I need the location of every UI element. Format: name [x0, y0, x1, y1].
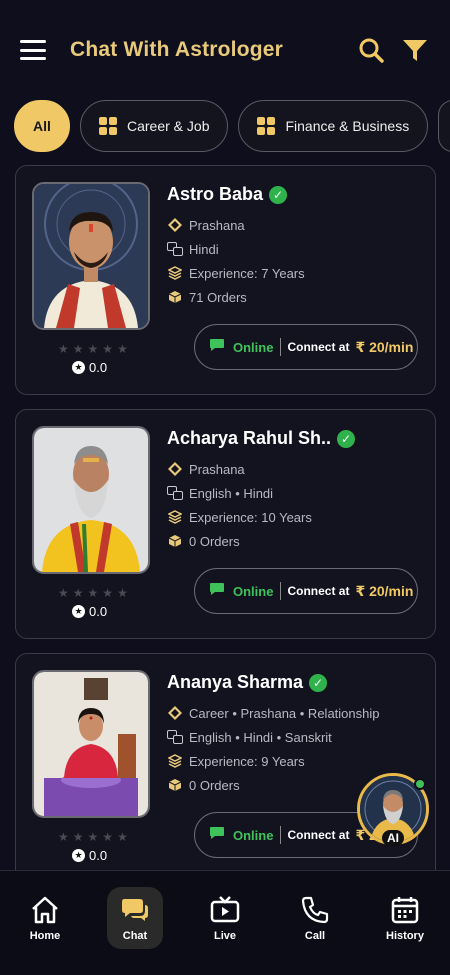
nav-home[interactable]: Home [17, 887, 73, 949]
filter-chip-all[interactable]: All [14, 100, 70, 152]
rating-value: ★ 0.0 [72, 848, 107, 863]
nav-live[interactable]: Live [197, 887, 253, 949]
rating-value: ★ 0.0 [72, 604, 107, 619]
orders-row: 0 Orders [167, 533, 240, 549]
hamburger-menu-icon[interactable] [20, 40, 46, 60]
calendar-icon [390, 894, 420, 926]
astrologer-name: Ananya Sharma ✓ [167, 672, 328, 693]
connect-button[interactable]: Online Connect at ₹ 20/min [194, 568, 418, 614]
online-status: Online [233, 583, 274, 599]
app-header: Chat With Astrologer [0, 0, 450, 100]
language-icon [167, 485, 183, 501]
star-rating: ★ ★ ★ ★ ★ [58, 586, 128, 600]
languages-row: Hindi [167, 241, 219, 257]
skills-row: Prashana [167, 461, 245, 477]
ai-badge: AI [382, 830, 404, 846]
ai-astrologer-button[interactable]: AI [357, 773, 429, 846]
astrologer-photo [32, 182, 150, 330]
astrologer-photo [32, 426, 150, 574]
connect-button[interactable]: Online Connect at ₹ 20/min [194, 324, 418, 370]
star-coin-icon: ★ [72, 849, 85, 862]
online-status: Online [233, 827, 274, 843]
verified-icon: ✓ [269, 185, 288, 204]
grid-icon [257, 117, 276, 135]
orders-row: 71 Orders [167, 289, 247, 305]
nav-history[interactable]: History [377, 887, 433, 949]
layers-icon [167, 753, 183, 769]
chat-bubble-icon [209, 338, 225, 357]
nav-label: Chat [122, 930, 148, 942]
phone-icon [300, 894, 330, 926]
languages-row: English • Hindi [167, 485, 273, 501]
online-indicator [414, 778, 426, 790]
skills-row: Career • Prashana • Relationship [167, 705, 379, 721]
nav-label: Home [29, 930, 61, 942]
skill-icon [167, 461, 183, 477]
verified-icon: ✓ [309, 673, 328, 692]
skill-icon [167, 217, 183, 233]
bottom-navigation: Home Chat Live Call History [0, 870, 450, 975]
nav-label: Call [304, 930, 326, 942]
astrologer-photo [32, 670, 150, 818]
astrologer-card[interactable]: ★ ★ ★ ★ ★ ★ 0.0 Astro Baba ✓ Prashana Hindi Ex… [15, 165, 436, 395]
skill-icon [167, 705, 183, 721]
connect-label: Connect at [287, 828, 350, 842]
star-rating: ★ ★ ★ ★ ★ [58, 342, 128, 356]
orders-row: 0 Orders [167, 777, 240, 793]
nav-label: Live [213, 930, 236, 942]
filter-chip-finance-business[interactable]: Finance & Business [238, 100, 429, 152]
grid-icon [99, 117, 117, 135]
languages-row: English • Hindi • Sanskrit [167, 729, 332, 745]
layers-icon [167, 265, 183, 281]
home-icon [30, 894, 60, 926]
language-icon [167, 729, 183, 745]
connect-label: Connect at [287, 584, 350, 598]
search-icon[interactable] [356, 35, 386, 65]
nav-call[interactable]: Call [287, 887, 343, 949]
verified-icon: ✓ [337, 429, 356, 448]
box-icon [167, 533, 183, 549]
price-per-min: ₹ 20/min [355, 582, 414, 599]
skills-row: Prashana [167, 217, 245, 233]
filter-icon[interactable] [400, 35, 430, 65]
filter-chip-label: Career & Job [127, 118, 210, 134]
nav-label: History [386, 930, 424, 942]
chat-bubble-icon [209, 826, 225, 845]
filter-chip-more[interactable] [438, 100, 450, 152]
chat-bubble-icon [209, 582, 225, 601]
language-icon [167, 241, 183, 257]
tv-icon [210, 894, 240, 926]
online-status: Online [233, 339, 274, 355]
nav-chat[interactable]: Chat [107, 887, 163, 949]
experience-row: Experience: 9 Years [167, 753, 305, 769]
astrologer-name: Astro Baba ✓ [167, 184, 288, 205]
astrologer-card[interactable]: ★ ★ ★ ★ ★ ★ 0.0 Acharya Rahul Sh.. ✓ Prashana … [15, 409, 436, 639]
category-filter-bar: All Career & Job Finance & Business [14, 100, 450, 154]
page-title: Chat With Astrologer [70, 38, 284, 61]
astrologer-card[interactable]: ★ ★ ★ ★ ★ ★ 0.0 Ananya Sharma ✓ Career • Prash… [15, 653, 436, 883]
experience-row: Experience: 10 Years [167, 509, 312, 525]
connect-label: Connect at [287, 340, 350, 354]
filter-chip-career-job[interactable]: Career & Job [80, 100, 229, 152]
rating-value: ★ 0.0 [72, 360, 107, 375]
price-per-min: ₹ 20/min [355, 338, 414, 355]
star-coin-icon: ★ [72, 605, 85, 618]
box-icon [167, 777, 183, 793]
star-rating: ★ ★ ★ ★ ★ [58, 830, 128, 844]
chat-icon [120, 894, 150, 926]
experience-row: Experience: 7 Years [167, 265, 305, 281]
layers-icon [167, 509, 183, 525]
filter-chip-label: All [33, 118, 51, 134]
filter-chip-label: Finance & Business [285, 118, 410, 134]
box-icon [167, 289, 183, 305]
astrologer-name: Acharya Rahul Sh.. ✓ [167, 428, 356, 449]
star-coin-icon: ★ [72, 361, 85, 374]
